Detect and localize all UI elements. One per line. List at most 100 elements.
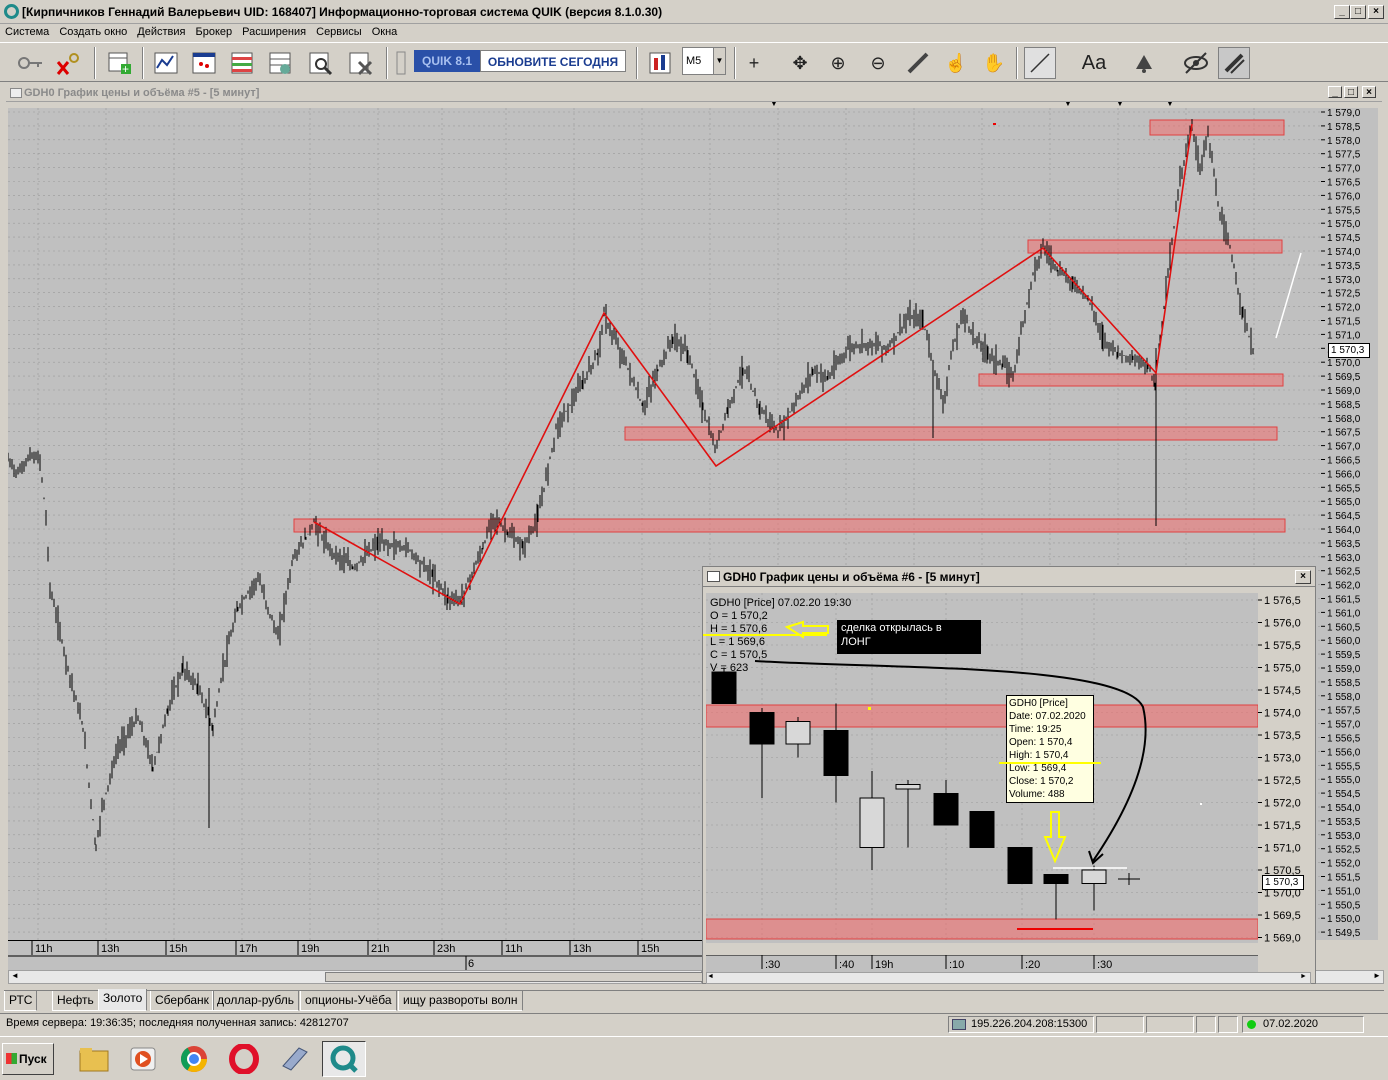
price-label: 1 554,0 <box>1327 803 1361 814</box>
scroll-right-icon[interactable]: ► <box>1300 973 1310 983</box>
text-tool-icon[interactable]: Aa <box>1078 47 1110 79</box>
chart2-time-axis: :30:40 19h:10:20:30 <box>706 954 1258 973</box>
menu-broker[interactable]: Брокер <box>191 24 238 38</box>
delete-table-icon[interactable] <box>344 47 376 79</box>
tab-wave-reversals[interactable]: ищу развороты волн <box>398 991 523 1011</box>
crosshair-icon[interactable]: + <box>738 47 770 79</box>
status-cell-3 <box>1196 1016 1216 1033</box>
time-label: 21h <box>371 943 389 955</box>
price-label: 1 577,0 <box>1327 164 1361 175</box>
key-icon[interactable] <box>14 47 46 79</box>
time-label: :30 <box>1097 959 1112 971</box>
scroll-thumb[interactable] <box>325 972 705 982</box>
menu-windows[interactable]: Окна <box>367 24 403 38</box>
time-label: :20 <box>1025 959 1040 971</box>
connection-address: 195.226.204.208:15300 <box>971 1018 1088 1030</box>
chart-window-icon <box>707 571 720 582</box>
draw-lock-icon[interactable] <box>1218 47 1250 79</box>
media-player-icon[interactable] <box>122 1041 166 1077</box>
tab-gold[interactable]: Золото <box>98 989 148 1011</box>
chart1-close-button[interactable]: × <box>1362 86 1376 98</box>
chrome-icon[interactable] <box>172 1041 216 1077</box>
quik-taskbar-icon[interactable] <box>322 1041 366 1077</box>
time-label: 13h <box>101 943 119 955</box>
quik-logo-icon <box>4 4 19 19</box>
price-label: 1 560,0 <box>1327 636 1361 647</box>
scroll-left-icon[interactable]: ◄ <box>9 971 21 983</box>
chart2-close-button[interactable]: × <box>1295 570 1311 584</box>
marker-dot <box>993 123 996 125</box>
price-label: 1 579,0 <box>1327 108 1361 119</box>
price-label: 1 568,5 <box>1327 400 1361 411</box>
search-table-icon[interactable] <box>304 47 336 79</box>
alert-bell-icon[interactable] <box>1128 47 1160 79</box>
price-label: 1 569,0 <box>1327 386 1361 397</box>
line-tool-icon[interactable] <box>1024 47 1056 79</box>
tab-sberbank[interactable]: Сбербанк <box>150 991 214 1011</box>
hand-icon[interactable]: ✋ <box>978 47 1010 79</box>
price-label: 1 569,5 <box>1264 910 1301 922</box>
scroll-right-icon[interactable]: ► <box>1371 971 1383 983</box>
tooltip-date: Date: 07.02.2020 <box>1009 711 1086 722</box>
new-table-icon[interactable]: + <box>104 47 136 79</box>
deals-icon[interactable] <box>264 47 296 79</box>
date-status: 07.02.2020 <box>1242 1016 1364 1033</box>
candle-tooltip: GDH0 [Price] Date: 07.02.2020 Time: 19:2… <box>1006 695 1094 803</box>
menu-actions[interactable]: Действия <box>132 24 190 38</box>
start-button[interactable]: Пуск <box>2 1043 54 1075</box>
chart1-scrollbar-right[interactable]: ► <box>1310 970 1384 984</box>
tab-rts[interactable]: РТС <box>4 991 38 1011</box>
chevron-down-icon[interactable]: ▼ <box>713 48 725 74</box>
price-label: 1 571,5 <box>1327 317 1361 328</box>
close-button[interactable]: × <box>1368 5 1384 19</box>
price-label: 1 572,0 <box>1264 798 1301 810</box>
price-label: 1 566,0 <box>1327 469 1361 480</box>
menu-services[interactable]: Сервисы <box>311 24 367 38</box>
pointer-hand-icon[interactable]: ☝ <box>940 47 972 79</box>
price-label: 1 576,5 <box>1327 178 1361 189</box>
explorer-icon[interactable] <box>72 1041 116 1077</box>
candle-body <box>785 721 811 745</box>
timeframe-select[interactable]: M5 ▼ <box>682 47 726 75</box>
chart1-minimize-button[interactable]: _ <box>1328 86 1342 98</box>
trade-note: сделка открылась в ЛОНГ <box>837 620 981 654</box>
move-icon[interactable]: ✥ <box>784 47 816 79</box>
chart1-titlebar: GDH0 График цены и объёма #5 - [5 минут]… <box>6 84 1382 102</box>
candle-body <box>823 730 849 776</box>
menu-extensions[interactable]: Расширения <box>237 24 311 38</box>
candle-body <box>711 671 737 704</box>
price-label: 1 574,5 <box>1264 685 1301 697</box>
legend-high: H = 1 570,6 <box>710 623 768 635</box>
update-today-button[interactable]: ОБНОВИТЕ СЕГОДНЯ <box>480 50 626 72</box>
scroll-left-icon[interactable]: ◄ <box>707 973 717 983</box>
window-title: [Кирпичников Геннадий Валерьевич UID: 16… <box>22 5 663 19</box>
hide-eye-icon[interactable] <box>1180 47 1212 79</box>
price-label: 1 574,0 <box>1327 247 1361 258</box>
menu-system[interactable]: Система <box>0 24 54 38</box>
disconnect-key-icon[interactable] <box>52 47 84 79</box>
price-label: 1 570,0 <box>1327 358 1361 369</box>
tab-options-study[interactable]: опционы-Учёба <box>300 991 397 1011</box>
time-label: 19h <box>875 959 893 971</box>
quotes-table-icon[interactable] <box>226 47 258 79</box>
chart2-scrollbar[interactable]: ◄ ► <box>706 972 1311 984</box>
opera-icon[interactable] <box>222 1041 266 1077</box>
zoom-out-icon[interactable]: ⊖ <box>862 47 894 79</box>
chart-window-icon[interactable] <box>188 47 220 79</box>
price-label: 1 569,5 <box>1327 372 1361 383</box>
chart1-scrollbar[interactable]: ◄ <box>8 970 705 984</box>
chart1-restore-button[interactable]: □ <box>1344 86 1358 98</box>
menu-create-window[interactable]: Создать окно <box>54 24 132 38</box>
instrument-chart-icon[interactable] <box>644 47 676 79</box>
notepad-icon[interactable] <box>272 1041 316 1077</box>
status-cell-1 <box>1096 1016 1144 1033</box>
chart-icon[interactable] <box>150 47 182 79</box>
tab-oil[interactable]: Нефть <box>52 991 99 1011</box>
price-label: 1 578,0 <box>1327 136 1361 147</box>
tab-usd-rub[interactable]: доллар-рубль <box>212 991 300 1011</box>
ruler-icon[interactable] <box>902 47 934 79</box>
maximize-button[interactable]: □ <box>1350 5 1366 19</box>
zoom-in-icon[interactable]: ⊕ <box>822 47 854 79</box>
minimize-button[interactable]: _ <box>1334 5 1350 19</box>
trend-line <box>1275 252 1302 339</box>
